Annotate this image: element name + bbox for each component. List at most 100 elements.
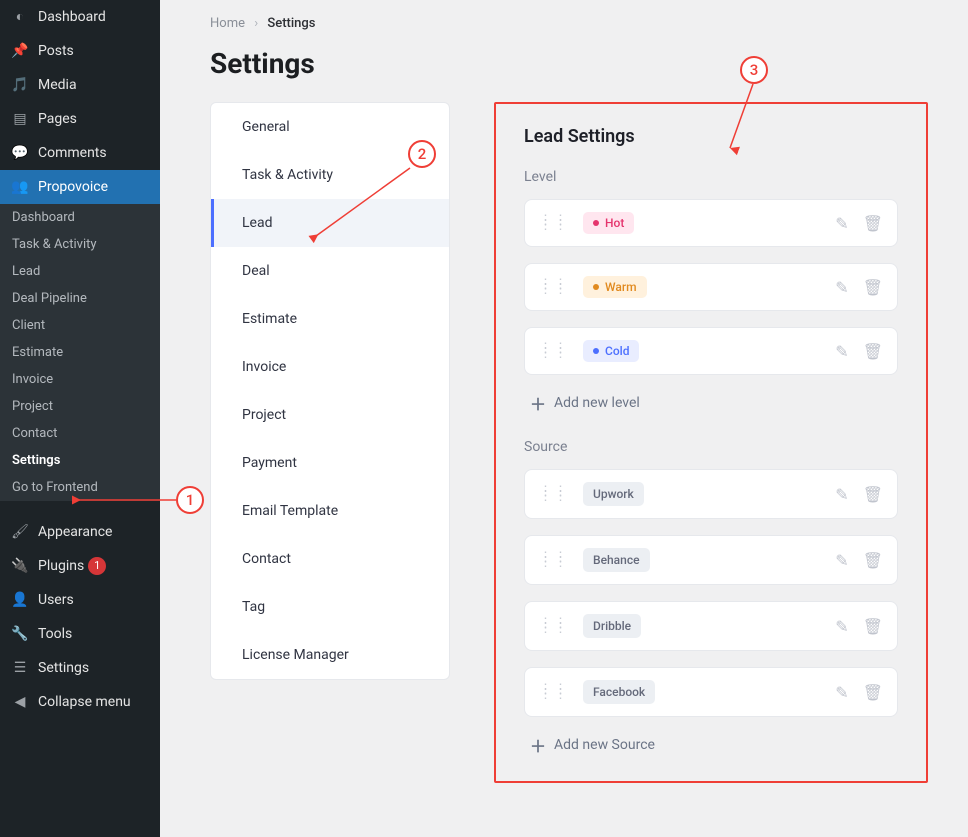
menu-media[interactable]: 🎵Media bbox=[0, 68, 160, 102]
wrench-icon: 🔧 bbox=[10, 625, 30, 643]
submenu-settings[interactable]: Settings bbox=[0, 447, 160, 474]
drag-handle-icon[interactable] bbox=[539, 218, 569, 228]
source-pill: Upwork bbox=[583, 482, 644, 506]
delete-icon[interactable]: 🗑 bbox=[863, 485, 883, 504]
section-level-label: Level bbox=[524, 169, 898, 185]
delete-icon[interactable]: 🗑 bbox=[863, 278, 883, 297]
edit-icon[interactable]: ✎ bbox=[835, 342, 848, 361]
submenu-frontend[interactable]: Go to Frontend bbox=[0, 474, 160, 501]
dashboard-icon: ◐ bbox=[10, 8, 30, 26]
content: Home › Settings Settings General Task & … bbox=[160, 0, 968, 837]
edit-icon[interactable]: ✎ bbox=[835, 278, 848, 297]
tab-invoice[interactable]: Invoice bbox=[211, 343, 449, 391]
level-pill: Cold bbox=[583, 340, 639, 362]
collapse-icon: ◀ bbox=[10, 693, 30, 711]
level-item-warm: Warm ✎ 🗑 bbox=[524, 263, 898, 311]
drag-handle-icon[interactable] bbox=[539, 555, 569, 565]
source-pill: Behance bbox=[583, 548, 650, 572]
edit-icon[interactable]: ✎ bbox=[835, 551, 848, 570]
drag-handle-icon[interactable] bbox=[539, 282, 569, 292]
wp-menu: ◐Dashboard 📌Posts 🎵Media ▤Pages 💬Comment… bbox=[0, 0, 160, 204]
submenu-client[interactable]: Client bbox=[0, 312, 160, 339]
breadcrumb-home[interactable]: Home bbox=[210, 16, 245, 31]
tab-project[interactable]: Project bbox=[211, 391, 449, 439]
level-pill: Hot bbox=[583, 212, 634, 234]
tab-estimate[interactable]: Estimate bbox=[211, 295, 449, 343]
drag-handle-icon[interactable] bbox=[539, 621, 569, 631]
annotation-2: 2 bbox=[408, 140, 436, 168]
source-pill: Facebook bbox=[583, 680, 655, 704]
source-item: Behance ✎ 🗑 bbox=[524, 535, 898, 585]
submenu-deal-pipeline[interactable]: Deal Pipeline bbox=[0, 285, 160, 312]
submenu-invoice[interactable]: Invoice bbox=[0, 366, 160, 393]
delete-icon[interactable]: 🗑 bbox=[863, 683, 883, 702]
tab-payment[interactable]: Payment bbox=[211, 439, 449, 487]
menu-pages[interactable]: ▤Pages bbox=[0, 102, 160, 136]
menu-comments[interactable]: 💬Comments bbox=[0, 136, 160, 170]
dot-icon bbox=[593, 348, 599, 354]
plus-icon: ＋ bbox=[530, 391, 546, 415]
annotation-1: 1 bbox=[176, 486, 204, 514]
edit-icon[interactable]: ✎ bbox=[835, 617, 848, 636]
pin-icon: 📌 bbox=[10, 42, 30, 60]
edit-icon[interactable]: ✎ bbox=[835, 214, 848, 233]
submenu-task-activity[interactable]: Task & Activity bbox=[0, 231, 160, 258]
menu-appearance[interactable]: 🖌Appearance bbox=[0, 515, 160, 549]
menu-posts[interactable]: 📌Posts bbox=[0, 34, 160, 68]
submenu-estimate[interactable]: Estimate bbox=[0, 339, 160, 366]
propovoice-submenu: Dashboard Task & Activity Lead Deal Pipe… bbox=[0, 204, 160, 501]
delete-icon[interactable]: 🗑 bbox=[863, 551, 883, 570]
breadcrumb-sep: › bbox=[254, 16, 258, 31]
menu-users[interactable]: 👤Users bbox=[0, 583, 160, 617]
plus-icon: ＋ bbox=[530, 733, 546, 757]
add-level-button[interactable]: ＋ Add new level bbox=[530, 391, 898, 415]
add-source-button[interactable]: ＋ Add new Source bbox=[530, 733, 898, 757]
tab-lead[interactable]: Lead bbox=[211, 199, 449, 247]
drag-handle-icon[interactable] bbox=[539, 489, 569, 499]
submenu-lead[interactable]: Lead bbox=[0, 258, 160, 285]
menu-propovoice[interactable]: 👥Propovoice bbox=[0, 170, 160, 204]
delete-icon[interactable]: 🗑 bbox=[863, 342, 883, 361]
settings-tabs: General Task & Activity Lead Deal Estima… bbox=[210, 102, 450, 680]
plug-icon: 🔌 bbox=[10, 557, 30, 575]
section-source-label: Source bbox=[524, 439, 898, 455]
menu-dashboard[interactable]: ◐Dashboard bbox=[0, 0, 160, 34]
tab-license-manager[interactable]: License Manager bbox=[211, 631, 449, 679]
edit-icon[interactable]: ✎ bbox=[835, 485, 848, 504]
breadcrumb-current: Settings bbox=[267, 16, 315, 31]
source-item: Facebook ✎ 🗑 bbox=[524, 667, 898, 717]
drag-handle-icon[interactable] bbox=[539, 687, 569, 697]
lead-settings-panel: Lead Settings Level Hot ✎ 🗑 bbox=[494, 102, 928, 783]
menu-plugins[interactable]: 🔌Plugins1 bbox=[0, 549, 160, 583]
drag-handle-icon[interactable] bbox=[539, 346, 569, 356]
group-icon: 👥 bbox=[10, 178, 30, 196]
wp-admin-sidebar: ◐Dashboard 📌Posts 🎵Media ▤Pages 💬Comment… bbox=[0, 0, 160, 837]
submenu-contact[interactable]: Contact bbox=[0, 420, 160, 447]
delete-icon[interactable]: 🗑 bbox=[863, 617, 883, 636]
breadcrumb: Home › Settings bbox=[210, 16, 928, 31]
source-item: Dribble ✎ 🗑 bbox=[524, 601, 898, 651]
source-pill: Dribble bbox=[583, 614, 641, 638]
brush-icon: 🖌 bbox=[10, 523, 30, 541]
tab-tag[interactable]: Tag bbox=[211, 583, 449, 631]
level-item-hot: Hot ✎ 🗑 bbox=[524, 199, 898, 247]
lead-settings-title: Lead Settings bbox=[524, 126, 898, 147]
menu-collapse[interactable]: ◀Collapse menu bbox=[0, 685, 160, 719]
submenu-dashboard[interactable]: Dashboard bbox=[0, 204, 160, 231]
level-item-cold: Cold ✎ 🗑 bbox=[524, 327, 898, 375]
menu-settings[interactable]: ☰Settings bbox=[0, 651, 160, 685]
sliders-icon: ☰ bbox=[10, 659, 30, 677]
wp-menu-bottom: 🖌Appearance 🔌Plugins1 👤Users 🔧Tools ☰Set… bbox=[0, 515, 160, 719]
submenu-project[interactable]: Project bbox=[0, 393, 160, 420]
tab-deal[interactable]: Deal bbox=[211, 247, 449, 295]
media-icon: 🎵 bbox=[10, 76, 30, 94]
menu-tools[interactable]: 🔧Tools bbox=[0, 617, 160, 651]
tab-contact[interactable]: Contact bbox=[211, 535, 449, 583]
delete-icon[interactable]: 🗑 bbox=[863, 214, 883, 233]
dot-icon bbox=[593, 284, 599, 290]
edit-icon[interactable]: ✎ bbox=[835, 683, 848, 702]
source-item: Upwork ✎ 🗑 bbox=[524, 469, 898, 519]
pages-icon: ▤ bbox=[10, 110, 30, 128]
page-title: Settings bbox=[210, 47, 928, 80]
tab-email-template[interactable]: Email Template bbox=[211, 487, 449, 535]
